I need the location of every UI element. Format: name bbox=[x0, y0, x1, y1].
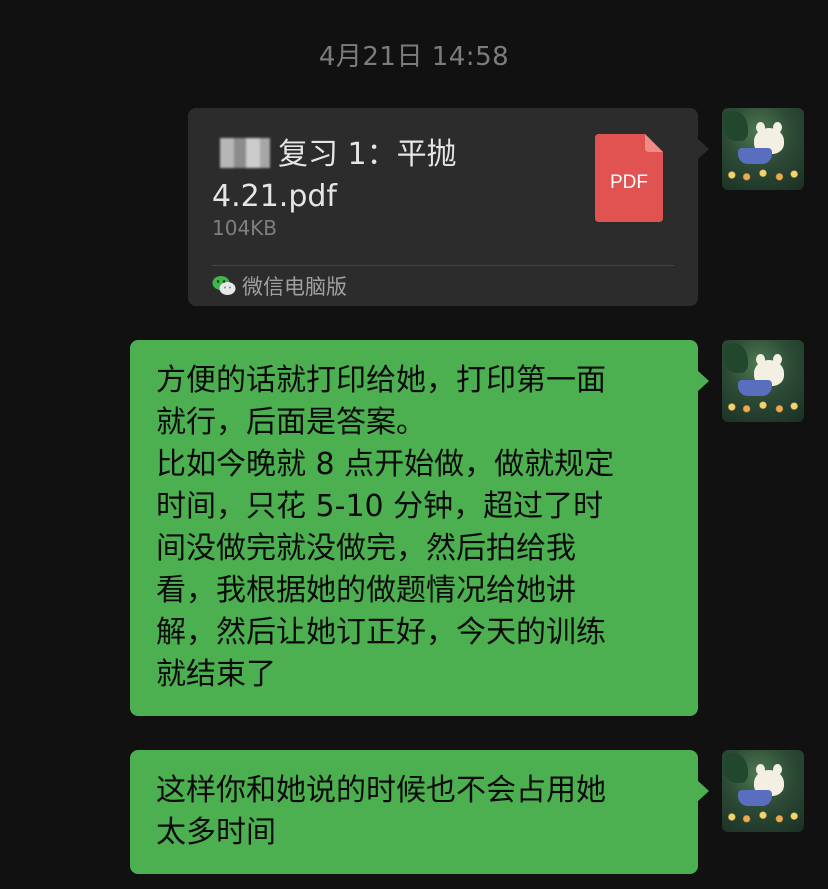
file-name-line-2: 4.21.pdf bbox=[212, 179, 337, 214]
wechat-icon bbox=[212, 275, 236, 297]
file-source: 微信电脑版 bbox=[212, 272, 347, 302]
pdf-file-type-label: PDF bbox=[610, 172, 648, 193]
file-message-bubble[interactable]: 复习 1：平抛 4.21.pdf 104KB PDF 微信电脑版 bbox=[188, 108, 709, 306]
file-size: 104KB bbox=[212, 216, 278, 240]
user-avatar[interactable] bbox=[722, 750, 804, 832]
sent-message-bubble[interactable]: 方便的话就打印给她，打印第一面 就行，后面是答案。 比如今晚就 8 点开始做，做… bbox=[130, 340, 709, 716]
sent-message-bubble[interactable]: 这样你和她说的时候也不会占用她 太多时间 bbox=[130, 750, 709, 874]
user-avatar[interactable] bbox=[722, 340, 804, 422]
file-name-line-1: 复习 1：平抛 bbox=[278, 137, 457, 172]
user-avatar[interactable] bbox=[722, 108, 804, 190]
divider bbox=[212, 265, 674, 266]
file-name: 复习 1：平抛 4.21.pdf bbox=[212, 134, 582, 218]
message-timestamp: 4月21日 14:58 bbox=[318, 42, 510, 72]
file-source-label: 微信电脑版 bbox=[242, 275, 347, 299]
message-text: 方便的话就打印给她，打印第一面 就行，后面是答案。 比如今晚就 8 点开始做，做… bbox=[156, 363, 615, 692]
message-text: 这样你和她说的时候也不会占用她 太多时间 bbox=[156, 773, 606, 850]
pdf-file-icon: PDF bbox=[595, 134, 663, 222]
blurred-text bbox=[212, 138, 274, 168]
